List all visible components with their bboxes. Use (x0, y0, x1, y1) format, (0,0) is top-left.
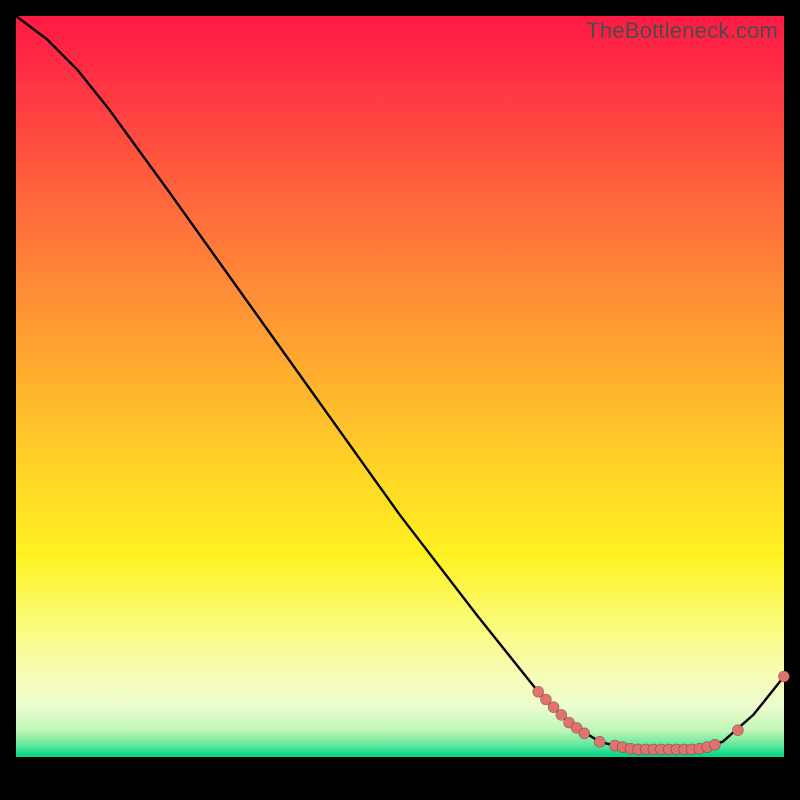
data-point (709, 739, 720, 750)
data-point (579, 728, 590, 739)
chart-stage: TheBottleneck.com (0, 0, 800, 800)
plot-area: TheBottleneck.com (16, 16, 784, 784)
chart-svg (16, 16, 784, 784)
data-points (533, 671, 790, 755)
curve-line (16, 16, 784, 749)
data-point (779, 671, 790, 682)
data-point (732, 725, 743, 736)
data-point (594, 736, 605, 747)
